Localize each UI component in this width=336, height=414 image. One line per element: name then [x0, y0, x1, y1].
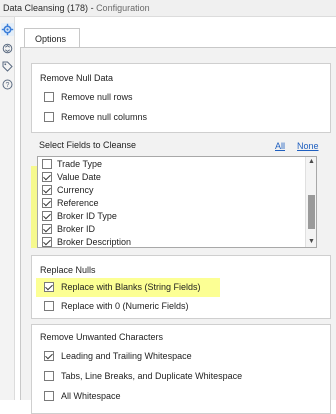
- remove-null-rows-label: Remove null rows: [61, 92, 133, 102]
- fields-title: Select Fields to Cleanse: [39, 140, 137, 150]
- field-label: Trade Type: [57, 159, 103, 169]
- help-icon[interactable]: ?: [2, 79, 13, 90]
- remove-null-columns-label: Remove null columns: [61, 112, 148, 122]
- remove-null-columns-checkbox[interactable]: [44, 112, 54, 122]
- leading-trailing-checkbox[interactable]: [44, 351, 54, 361]
- tab-options[interactable]: Options: [24, 28, 80, 48]
- field-label: Broker Description: [57, 237, 132, 247]
- title-bar: Data Cleansing (178) - Configuration: [0, 0, 336, 17]
- title-separator: -: [88, 3, 97, 13]
- fields-listbox[interactable]: Trade Type Value Date Currency Reference…: [37, 156, 317, 248]
- replace-nulls-group: Replace Nulls Replace with Blanks (Strin…: [31, 255, 331, 319]
- field-checkbox[interactable]: [42, 211, 52, 221]
- unwanted-chars-title: Remove Unwanted Characters: [40, 332, 164, 342]
- tab-options-label: Options: [35, 34, 67, 44]
- replace-blanks-label: Replace with Blanks (String Fields): [61, 282, 201, 292]
- window-title: Data Cleansing (178) - Configuration: [3, 3, 150, 13]
- scroll-thumb[interactable]: [308, 195, 315, 229]
- field-checkbox[interactable]: [42, 185, 52, 195]
- gear-icon[interactable]: [1, 23, 14, 36]
- field-checkbox[interactable]: [42, 237, 52, 247]
- field-checkbox[interactable]: [42, 172, 52, 182]
- field-checkbox[interactable]: [42, 198, 52, 208]
- scroll-up-arrow-icon[interactable]: ▲: [308, 158, 315, 166]
- leading-trailing-label: Leading and Trailing Whitespace: [61, 351, 192, 361]
- svg-text:?: ?: [6, 82, 10, 89]
- field-label: Broker ID Type: [57, 211, 117, 221]
- remove-null-rows-checkbox[interactable]: [44, 92, 54, 102]
- scroll-down-arrow-icon[interactable]: ▼: [308, 238, 315, 246]
- field-label: Currency: [57, 185, 94, 195]
- remove-null-title: Remove Null Data: [40, 73, 114, 83]
- replace-zero-label: Replace with 0 (Numeric Fields): [61, 301, 189, 311]
- remove-null-group: Remove Null Data Remove null rows Remove…: [31, 63, 331, 133]
- replace-blanks-checkbox[interactable]: [44, 282, 54, 292]
- sync-icon[interactable]: [2, 43, 13, 54]
- configuration-label: Configuration: [96, 3, 150, 13]
- tag-icon[interactable]: [2, 61, 13, 72]
- fields-scrollbar[interactable]: ▲ ▼: [305, 157, 316, 247]
- field-checkbox[interactable]: [42, 159, 52, 169]
- field-checkbox[interactable]: [42, 224, 52, 234]
- unwanted-chars-group: Remove Unwanted Characters Leading and T…: [31, 324, 331, 414]
- select-none-link[interactable]: None: [297, 141, 319, 151]
- field-label: Value Date: [57, 172, 101, 182]
- tabs-linebreaks-label: Tabs, Line Breaks, and Duplicate Whitesp…: [61, 371, 243, 381]
- field-label: Reference: [57, 198, 99, 208]
- tab-strip: Options: [15, 17, 336, 48]
- tool-name: Data Cleansing (178): [3, 3, 89, 13]
- replace-nulls-title: Replace Nulls: [40, 265, 96, 275]
- tabs-linebreaks-checkbox[interactable]: [44, 371, 54, 381]
- replace-zero-checkbox[interactable]: [44, 301, 54, 311]
- fields-header: Select Fields to Cleanse All None: [31, 140, 331, 154]
- field-label: Broker ID: [57, 224, 96, 234]
- select-all-link[interactable]: All: [275, 141, 285, 151]
- options-pane: Remove Null Data Remove null rows Remove…: [20, 47, 336, 414]
- side-icon-rail: ?: [0, 17, 15, 400]
